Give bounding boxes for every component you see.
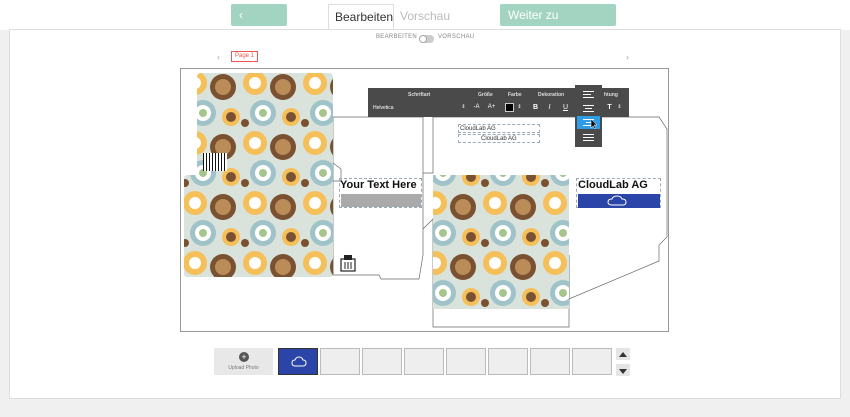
thumbnail-slot-4[interactable] xyxy=(404,348,444,375)
thumbnail-slot-2[interactable] xyxy=(320,348,360,375)
color-stepper-icon[interactable]: ⇕ xyxy=(514,102,525,113)
align-left-icon[interactable] xyxy=(577,88,600,101)
your-text-label: Your Text Here xyxy=(340,179,417,191)
color-header: Farbe xyxy=(508,92,522,98)
mode-toggle[interactable] xyxy=(419,35,434,43)
font-select[interactable]: Helvetica xyxy=(373,105,394,111)
align-dropdown xyxy=(575,85,602,147)
align-center-icon[interactable] xyxy=(577,102,600,115)
cloudlab-heading: CloudLab AG xyxy=(578,179,648,191)
cloud-icon xyxy=(291,356,307,367)
thumbnail-slot-7[interactable] xyxy=(530,348,570,375)
font-stepper-icon[interactable]: ⇕ xyxy=(458,102,469,113)
size-header: Größe xyxy=(478,92,493,98)
your-text-banner xyxy=(341,194,421,207)
cloudlab-box[interactable]: CloudLab AG xyxy=(576,178,661,208)
thumbnail-slot-3[interactable] xyxy=(362,348,402,375)
decoration-header: Dekoration xyxy=(538,92,565,98)
thumbnail-slot-8[interactable] xyxy=(572,348,612,375)
tab-edit[interactable]: Bearbeiten xyxy=(328,4,394,30)
color-swatch[interactable] xyxy=(505,103,514,112)
scroll-down-button[interactable] xyxy=(616,364,630,376)
font-header: Schriftart xyxy=(408,92,431,98)
toggle-left-label: BEARBEITEN xyxy=(376,34,418,40)
thumbnail-slot-6[interactable] xyxy=(488,348,528,375)
recycle-bin-icon xyxy=(338,253,358,273)
page-label[interactable]: Page 1 xyxy=(231,51,259,62)
barcode-icon xyxy=(203,153,227,171)
text-line-1[interactable]: CloudLab AG xyxy=(458,124,540,133)
size-decrease-button[interactable]: -A xyxy=(471,102,482,113)
bold-button[interactable]: B xyxy=(530,102,541,113)
thumbnail-slot-1[interactable] xyxy=(278,348,318,375)
your-text-box[interactable]: Your Text Here xyxy=(339,178,422,208)
valign-stepper-icon[interactable]: ⇕ xyxy=(614,102,625,113)
tab-preview[interactable]: Vorschau xyxy=(394,4,454,30)
back-button[interactable]: ‹ Zurück xyxy=(231,4,287,44)
align-right-icon[interactable] xyxy=(577,116,600,130)
cloud-icon xyxy=(607,195,627,206)
plus-circle-icon: + xyxy=(239,352,249,362)
toggle-right-label: VORSCHAU xyxy=(438,34,475,40)
align-header: htung xyxy=(604,92,618,98)
next-to-preview-button[interactable]: Weiter zu Vorschau › xyxy=(500,4,616,44)
upload-photo-label: Upload Photo xyxy=(228,365,259,371)
align-justify-icon[interactable] xyxy=(577,131,600,144)
toggle-knob xyxy=(419,35,427,43)
underline-button[interactable]: U xyxy=(560,102,571,113)
app-frame: ‹ Zurück Bearbeiten Vorschau Weiter zu V… xyxy=(0,0,850,417)
scroll-up-button[interactable] xyxy=(616,348,630,360)
text-line-2[interactable]: CloudLab AG xyxy=(458,134,540,143)
triangle-down-icon xyxy=(619,369,627,374)
page-prev-arrow[interactable]: ‹ xyxy=(217,52,220,62)
thumbnail-slot-5[interactable] xyxy=(446,348,486,375)
top-nav: ‹ Zurück Bearbeiten Vorschau Weiter zu V… xyxy=(0,0,850,44)
triangle-up-icon xyxy=(619,352,627,357)
page-next-arrow[interactable]: › xyxy=(626,52,629,62)
cloudlab-banner xyxy=(578,194,660,208)
italic-button[interactable]: I xyxy=(544,102,555,113)
size-increase-button[interactable]: A+ xyxy=(486,102,497,113)
upload-photo-button[interactable]: + Upload Photo xyxy=(214,348,273,375)
